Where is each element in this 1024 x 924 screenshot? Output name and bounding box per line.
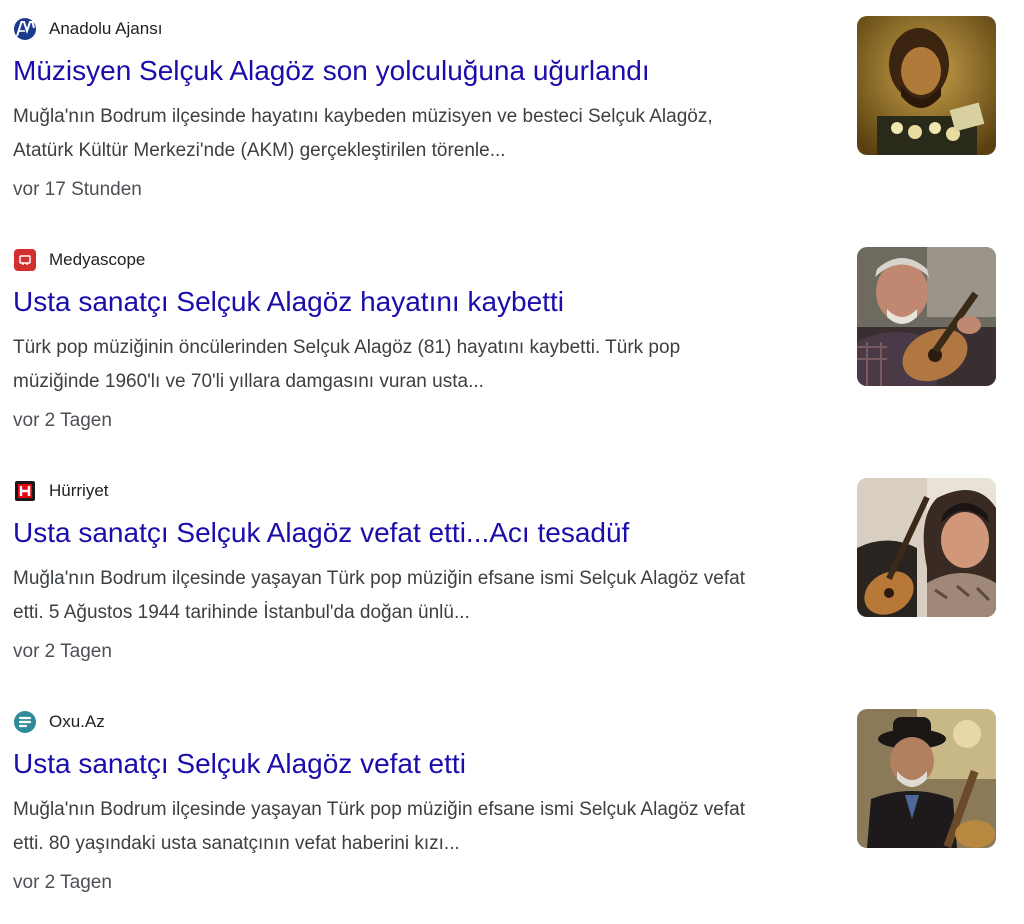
two-guitarists-thumbnail[interactable] bbox=[857, 478, 996, 617]
news-result-item[interactable]: Medyascope Usta sanatçı Selçuk Alagöz ha… bbox=[0, 231, 1024, 462]
news-results-feed: Anadolu Ajansı Müzisyen Selçuk Alagöz so… bbox=[0, 0, 1024, 905]
snippet-line: müziğinde 1960'lı ve 70'li yıllara damga… bbox=[13, 371, 484, 392]
source-row: Medyascope bbox=[13, 248, 145, 272]
medyascope-logo-icon bbox=[13, 248, 37, 272]
man-with-guitar-thumbnail[interactable] bbox=[857, 247, 996, 386]
source-name: Medyascope bbox=[49, 250, 146, 269]
portrait-with-flowers-thumbnail[interactable] bbox=[857, 16, 996, 155]
two-guitarists-photo bbox=[857, 478, 996, 617]
hurriyet-logo-icon bbox=[13, 479, 37, 503]
headline-link[interactable]: Müzisyen Selçuk Alagöz son yolculuğuna u… bbox=[13, 51, 650, 91]
snippet-line: Muğla'nın Bodrum ilçesinde yaşayan Türk … bbox=[13, 568, 745, 589]
source-name: Oxu.Az bbox=[49, 712, 105, 731]
headline-link[interactable]: Usta sanatçı Selçuk Alagöz vefat etti...… bbox=[13, 513, 629, 553]
snippet-line: Muğla'nın Bodrum ilçesinde hayatını kayb… bbox=[13, 106, 713, 127]
man-with-guitar-photo bbox=[857, 247, 996, 386]
timestamp: vor 2 Tagen bbox=[13, 872, 112, 893]
snippet-line: Muğla'nın Bodrum ilçesinde yaşayan Türk … bbox=[13, 799, 745, 820]
source-row: Anadolu Ajansı bbox=[13, 17, 162, 41]
man-in-hat-thumbnail[interactable] bbox=[857, 709, 996, 848]
source-row: Hürriyet bbox=[13, 479, 109, 503]
snippet: Muğla'nın Bodrum ilçesinde yaşayan Türk … bbox=[13, 562, 833, 630]
oxu-az-logo-icon bbox=[13, 710, 37, 734]
snippet-line: Atatürk Kültür Merkezi'nde (AKM) gerçekl… bbox=[13, 140, 506, 161]
timestamp: vor 2 Tagen bbox=[13, 410, 112, 431]
snippet-line: Türk pop müziğinin öncülerinden Selçuk A… bbox=[13, 337, 681, 358]
source-name: Hürriyet bbox=[49, 481, 109, 500]
man-in-hat-photo bbox=[857, 709, 996, 848]
snippet: Muğla'nın Bodrum ilçesinde hayatını kayb… bbox=[13, 100, 833, 168]
news-result-item[interactable]: Anadolu Ajansı Müzisyen Selçuk Alagöz so… bbox=[0, 0, 1024, 231]
timestamp: vor 2 Tagen bbox=[13, 641, 112, 662]
snippet: Türk pop müziğinin öncülerinden Selçuk A… bbox=[13, 331, 833, 399]
snippet-line: etti. 5 Ağustos 1944 tarihinde İstanbul'… bbox=[13, 602, 470, 623]
portrait-with-flowers-photo bbox=[857, 16, 996, 155]
source-name: Anadolu Ajansı bbox=[49, 19, 163, 38]
timestamp: vor 17 Stunden bbox=[13, 179, 142, 200]
news-result-item[interactable]: Hürriyet Usta sanatçı Selçuk Alagöz vefa… bbox=[0, 462, 1024, 693]
snippet-line: etti. 80 yaşındaki usta sanatçının vefat… bbox=[13, 833, 460, 854]
news-result-item[interactable]: Oxu.Az Usta sanatçı Selçuk Alagöz vefat … bbox=[0, 693, 1024, 924]
anadolu-ajansi-logo-icon bbox=[13, 17, 37, 41]
headline-link[interactable]: Usta sanatçı Selçuk Alagöz hayatını kayb… bbox=[13, 282, 564, 322]
snippet: Muğla'nın Bodrum ilçesinde yaşayan Türk … bbox=[13, 793, 833, 861]
source-row: Oxu.Az bbox=[13, 710, 105, 734]
headline-link[interactable]: Usta sanatçı Selçuk Alagöz vefat etti bbox=[13, 744, 466, 784]
